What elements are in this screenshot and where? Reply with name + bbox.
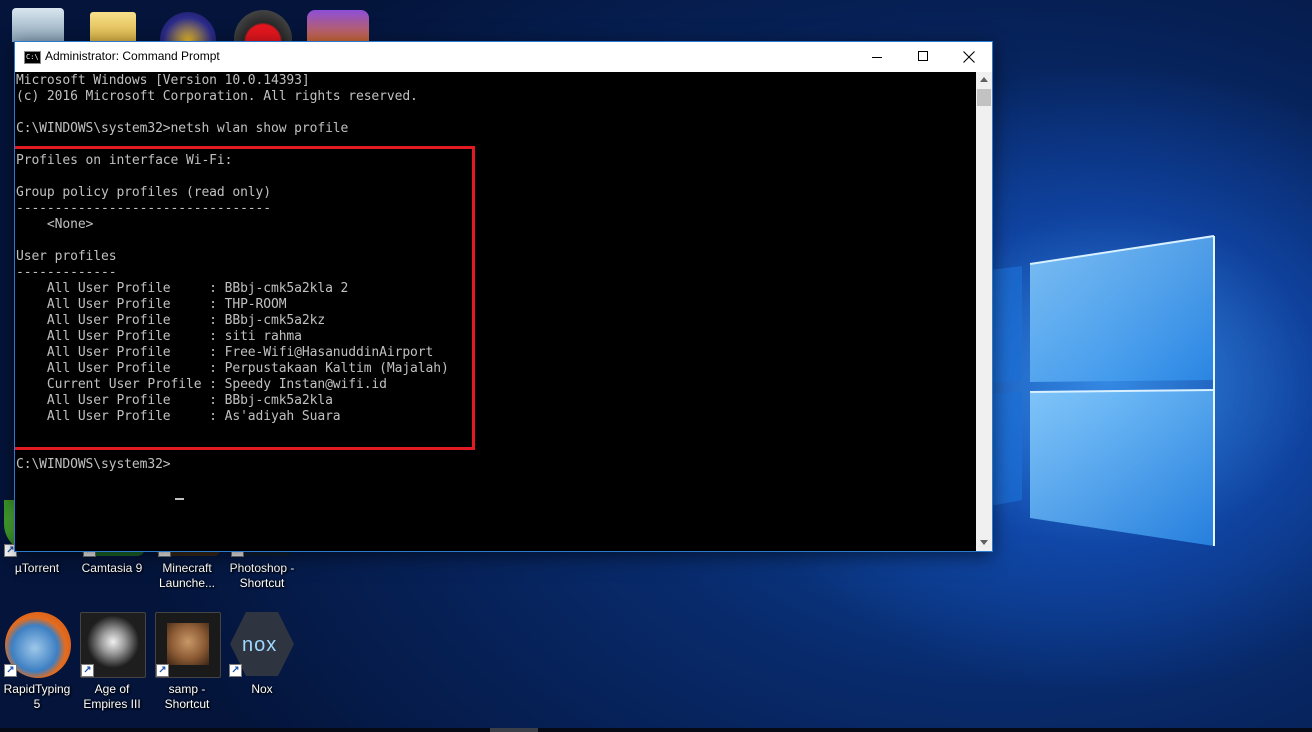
taskbar-item[interactable]: [490, 728, 538, 732]
maximize-icon: [918, 51, 928, 61]
record-app-icon[interactable]: [234, 10, 292, 42]
cmd-app-icon[interactable]: C:\: [24, 51, 41, 64]
desktop-icon-nox[interactable]: nox ↗ Nox: [225, 612, 299, 716]
close-button[interactable]: [946, 42, 992, 72]
recycle-bin-icon[interactable]: [12, 8, 64, 42]
title-bar[interactable]: C:\ Administrator: Command Prompt: [15, 42, 992, 72]
desktop-icon-samp[interactable]: ↗ samp - Shortcut: [150, 612, 224, 716]
shortcut-arrow-icon: ↗: [81, 664, 94, 677]
desktop-icon-label: µTorrent: [14, 561, 60, 575]
window-title: Administrator: Command Prompt: [45, 49, 220, 63]
maximize-button[interactable]: [900, 42, 946, 72]
windows-logo: [990, 235, 1215, 546]
shortcut-arrow-icon: ↗: [156, 664, 169, 677]
console-line: C:\WINDOWS\system32>netsh wlan show prof…: [16, 121, 349, 136]
console-prompt: C:\WINDOWS\system32>: [16, 457, 171, 472]
highlight-box: [15, 146, 475, 450]
close-icon: [963, 51, 975, 63]
desktop-icon-label: Nox: [251, 682, 273, 696]
desktop-icon-label: Minecraft Launche...: [158, 561, 216, 590]
shortcut-arrow-icon: ↗: [4, 664, 17, 677]
console-output[interactable]: Microsoft Windows [Version 10.0.14393] (…: [15, 72, 976, 551]
command-prompt-window[interactable]: C:\ Administrator: Command Prompt Micros…: [14, 41, 993, 552]
desktop-icon-label: Age of Empires III: [83, 682, 141, 711]
taskbar: [0, 728, 1312, 732]
shortcut-arrow-icon: ↗: [229, 664, 242, 677]
minimize-button[interactable]: [854, 42, 900, 72]
console-line: Microsoft Windows [Version 10.0.14393]: [16, 73, 310, 88]
desktop-icon-label: Photoshop - Shortcut: [229, 561, 295, 590]
text-cursor: [175, 498, 184, 500]
scroll-down-icon[interactable]: [980, 540, 988, 545]
desktop-icon-label: RapidTyping 5: [3, 682, 71, 711]
desktop-icon-age-of-empires[interactable]: ↗ Age of Empires III: [75, 612, 149, 716]
nox-top-icon[interactable]: [307, 10, 369, 42]
vertical-scrollbar[interactable]: [976, 72, 992, 551]
console-line: (c) 2016 Microsoft Corporation. All righ…: [16, 89, 418, 104]
scroll-up-icon[interactable]: [980, 77, 988, 82]
minimize-icon: [872, 57, 882, 58]
folder-icon[interactable]: [90, 12, 136, 42]
app-globe-icon[interactable]: [160, 12, 216, 42]
desktop-icon-rapidtyping[interactable]: ↗ RapidTyping 5: [0, 612, 74, 716]
cmd-icon-label: C:\: [26, 53, 39, 61]
desktop-icon-label: Camtasia 9: [81, 561, 143, 575]
desktop-icon-label: samp - Shortcut: [164, 682, 210, 711]
scrollbar-thumb[interactable]: [977, 89, 991, 106]
